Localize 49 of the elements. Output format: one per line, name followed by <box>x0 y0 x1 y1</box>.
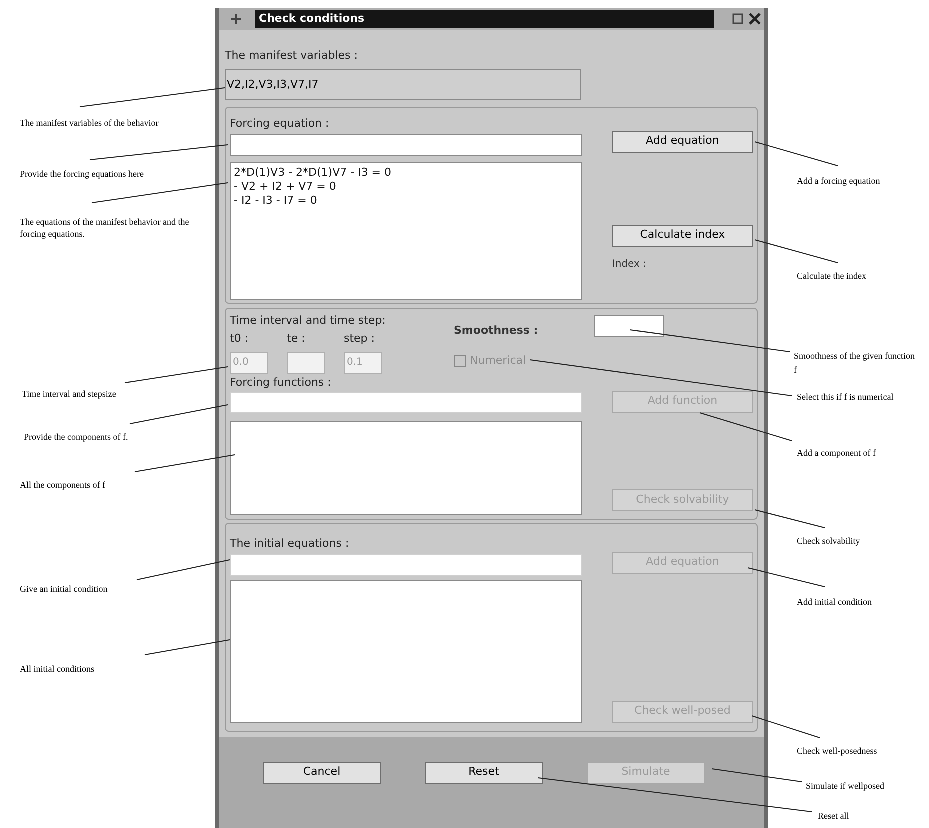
annotation-text: Calculate the index <box>797 270 868 283</box>
annotation-text: Smoothness of the given function f <box>794 350 916 377</box>
field-label: te : <box>287 331 306 347</box>
annotation-text: All the components of f <box>20 479 106 491</box>
time-field[interactable] <box>287 352 325 374</box>
leader-line <box>754 510 826 528</box>
annotation-text: The equations of the manifest behavior and the forcing equations. <box>20 216 190 240</box>
window-title: Check conditions <box>255 10 714 28</box>
dialog-button[interactable]: Reset <box>425 762 543 784</box>
field-label: t0 : <box>230 331 250 347</box>
dialog-button[interactable]: Calculate index <box>612 224 753 246</box>
maximize-icon[interactable] <box>732 13 744 25</box>
close-icon[interactable] <box>748 12 762 26</box>
leader-line <box>752 716 820 738</box>
field-label: Forcing equation : <box>230 116 330 132</box>
equation-text: - V2 + I2 + V7 = 0 <box>234 180 338 194</box>
annotation-text: The manifest variables of the behavior <box>20 117 159 129</box>
annotation-text: Check solvability <box>797 535 862 548</box>
field-label: step : <box>344 331 376 347</box>
time-field[interactable]: 0.1 <box>344 352 382 374</box>
smoothness-field[interactable] <box>594 314 664 337</box>
time-field[interactable]: 0.0 <box>230 352 268 374</box>
index-label: Index : <box>612 258 648 272</box>
field-label: Forcing functions : <box>230 374 332 390</box>
forcing-function-field[interactable] <box>230 392 582 413</box>
annotation-text: Simulate if wellposed <box>806 780 886 793</box>
field-label: Smoothness : <box>454 322 538 338</box>
checkbox-label: Numerical <box>470 353 526 369</box>
dialog-button[interactable]: Add equation <box>612 130 753 152</box>
field-label: The initial equations : <box>230 536 350 552</box>
field-label: The manifest variables : <box>225 48 359 64</box>
manifest-variables-field: V2,I2,V3,I3,V7,I7 <box>225 68 581 100</box>
annotation-text: Select this if f is numerical <box>797 391 895 404</box>
annotation-text: Add a forcing equation <box>797 175 882 188</box>
annotation-text: Time interval and stepsize <box>22 388 116 400</box>
forcing-equation-field[interactable] <box>230 134 582 156</box>
field-label: Time interval and time step: <box>230 312 387 328</box>
annotation-text: Provide the forcing equations here <box>20 168 144 180</box>
dialog-button[interactable]: Cancel <box>263 762 381 784</box>
equation-text: 2*D(1)V3 - 2*D(1)V7 - I3 = 0 <box>234 166 393 180</box>
annotation-text: Check well-posedness <box>797 745 878 758</box>
initial-condition-field[interactable] <box>230 554 582 576</box>
annotation-text: Add initial condition <box>797 596 873 609</box>
annotation-text: Reset all <box>818 810 850 823</box>
annotation-text: Give an initial condition <box>20 583 108 595</box>
annotation-text: Add a component of f <box>797 447 877 460</box>
annotation-text: All initial conditions <box>20 663 94 675</box>
annotation-text: Provide the components of f. <box>24 431 128 443</box>
equation-text: - I2 - I3 - I7 = 0 <box>234 194 318 208</box>
